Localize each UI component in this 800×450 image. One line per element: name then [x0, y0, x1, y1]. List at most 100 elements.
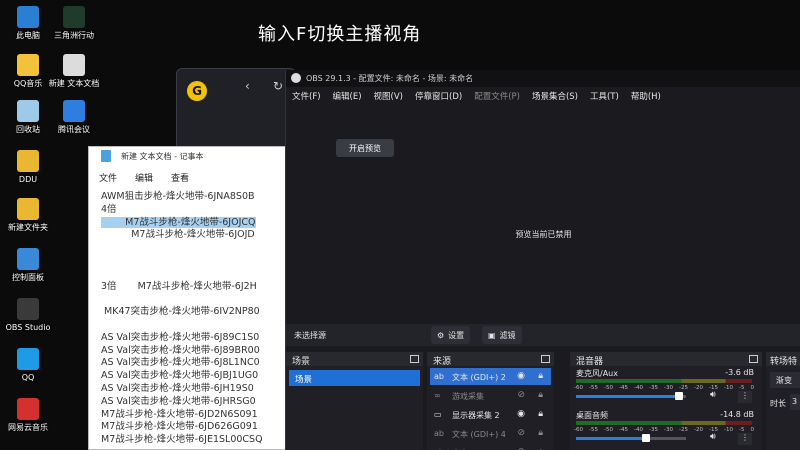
menu-file[interactable]: 文件: [99, 171, 117, 187]
transition-type-select[interactable]: 渐变: [770, 372, 800, 388]
duration-input[interactable]: 3: [790, 394, 800, 410]
notepad-text-line: [101, 268, 287, 281]
refresh-icon[interactable]: ↻: [273, 79, 283, 93]
lock-icon[interactable]: 🔒︎: [538, 390, 543, 400]
preview-area[interactable]: 预览当前已禁用 开启预览: [286, 104, 800, 394]
sources-dock-header: 来源: [427, 352, 554, 367]
obs-menu-item[interactable]: 工具(T): [590, 90, 619, 104]
scene-list-item[interactable]: 场景: [289, 370, 420, 386]
notepad-text-line: AS Val突击步枪-烽火地带-6JBJ1UG0: [101, 370, 287, 383]
desktop-shortcut-label: 腾讯会议: [58, 125, 90, 134]
obs-menu-item[interactable]: 停靠窗口(D): [415, 90, 462, 104]
desktop-shortcut[interactable]: 三角洲行动: [46, 6, 102, 41]
text-line-content: AS Val突击步枪-烽火地带-6JHRSG0: [101, 395, 256, 407]
desktop-shortcut[interactable]: DDU: [0, 150, 56, 185]
desktop-shortcut[interactable]: QQ: [0, 348, 56, 383]
notepad-text-area[interactable]: AWM狙击步枪-烽火地带-6JNA8S0B 4倍 M7战斗步枪-烽火地带-6JOJ…: [89, 187, 287, 445]
source-item[interactable]: ▭ 显示器采集 2 ◉ 🔒︎: [430, 406, 551, 423]
notepad-text-line: M7战斗步枪-烽火地带-6JOJCQ: [101, 216, 287, 230]
source-item[interactable]: ab 文本 (GDI+) 4 ⊘ 🔒︎: [430, 425, 551, 442]
background-app-window[interactable]: G ‹ ↻: [176, 68, 296, 158]
desktop-shortcut[interactable]: 控制面板: [0, 248, 56, 283]
stream-overlay-caption: 输入F切换主播视角: [258, 24, 422, 45]
undock-icon[interactable]: [541, 355, 550, 363]
source-item[interactable]: ∞ 游戏采集 ⊘ 🔒︎: [430, 387, 551, 404]
lock-icon[interactable]: 🔒︎: [538, 428, 543, 438]
more-options-icon[interactable]: ⋮: [738, 433, 752, 445]
volume-meter: [576, 379, 752, 383]
obs-menu-item[interactable]: 文件(F): [292, 90, 321, 104]
obs-menu-item[interactable]: 帮助(H): [631, 90, 661, 104]
scenes-title: 场景: [292, 357, 311, 367]
notepad-menubar: 文件 编辑 查看: [89, 165, 287, 187]
speaker-icon[interactable]: 🔊︎: [710, 432, 716, 442]
notepad-window[interactable]: 新建 文本文档 - 记事本 文件 编辑 查看 AWM狙击步枪-烽火地带-6JNA…: [88, 146, 288, 450]
notepad-text-line: MK47突击步枪-烽火地带-6IV2NP80: [101, 306, 287, 319]
source-item[interactable]: ab 文本 (GDI+) 2 ◉ 🔒︎: [430, 368, 551, 385]
visibility-icon[interactable]: ⊘: [517, 390, 525, 400]
qq-icon: [17, 348, 39, 370]
text-line-content: AS Val突击步枪-烽火地带-6JH19S0: [101, 382, 254, 394]
volume-meter: [576, 421, 752, 425]
tencent-meeting-icon: [63, 100, 85, 122]
meter-tick-label: -10: [724, 385, 733, 391]
desktop-shortcut[interactable]: OBS Studio: [0, 298, 56, 333]
back-icon[interactable]: ‹: [245, 79, 250, 93]
mixer-channel: 桌面音频 -14.8 dB -60 -55 -50 -45 -40 -35 -30 -25 -20 -…: [570, 408, 762, 450]
undock-icon[interactable]: [749, 355, 758, 363]
obs-menu-item[interactable]: 视图(V): [374, 90, 403, 104]
mixer-dock: 混音器 麦克风/Aux -3.6 dB -60 -55 -50 -45 -40 -35 -30-…: [570, 352, 762, 450]
scenes-dock: 场景 场景: [286, 352, 423, 450]
desktop-shortcut-label: 新建文件夹: [8, 223, 48, 232]
source-name: 游戏采集: [452, 392, 484, 401]
lock-icon[interactable]: 🔒︎: [538, 409, 543, 419]
meter-tick-label: -30: [664, 427, 673, 433]
sources-list: ab 文本 (GDI+) 2 ◉ 🔒︎ ∞ 游戏采集 ⊘ 🔒︎ ▭ 显示器采集 2 ◉ 🔒︎ ab 文本 …: [427, 368, 554, 450]
notepad-text-line: [101, 242, 287, 255]
scenes-dock-header: 场景: [286, 352, 423, 367]
obs-menu-item[interactable]: 场景集合(S): [532, 90, 578, 104]
visibility-icon[interactable]: ◉: [517, 371, 525, 381]
meter-tick-label: -55: [589, 385, 598, 391]
obs-window[interactable]: OBS 29.1.3 - 配置文件: 未命名 - 场景: 未命名 文件(F) 编辑…: [285, 70, 800, 450]
speaker-icon[interactable]: 🔊︎: [710, 390, 716, 400]
notepad-text-line: [101, 319, 287, 332]
app-logo-icon: G: [187, 81, 207, 101]
notepad-titlebar[interactable]: 新建 文本文档 - 记事本: [89, 147, 287, 165]
visibility-icon[interactable]: ⊘: [517, 428, 525, 438]
volume-slider[interactable]: [576, 392, 686, 400]
text-line-content: AWM狙击步枪-烽火地带-6JNA8S0B: [101, 191, 255, 202]
filters-button[interactable]: ▣ 滤镜: [482, 326, 522, 344]
source-type-icon: ▭: [434, 410, 442, 419]
settings-button[interactable]: ⚙ 设置: [431, 326, 471, 344]
mixer-channel-list: 麦克风/Aux -3.6 dB -60 -55 -50 -45 -40 -35 -30 -25 -2…: [570, 366, 762, 450]
folder-icon: [17, 150, 39, 172]
enable-preview-button[interactable]: 开启预览: [336, 139, 394, 157]
transitions-dock: 转场特 渐变 时长 3: [766, 352, 800, 450]
desktop-shortcut[interactable]: 新建文件夹: [0, 198, 56, 233]
menu-edit[interactable]: 编辑: [135, 171, 153, 187]
source-item[interactable]: ab文本 (GDI+) 3⊘🔒︎: [430, 444, 551, 450]
visibility-icon[interactable]: ◉: [517, 409, 525, 419]
qq-music-icon: [17, 54, 39, 76]
text-line-content: 3倍 M7战斗步枪-烽火地带-6J2H: [101, 280, 257, 292]
notepad-text-line: [101, 293, 287, 306]
lock-icon[interactable]: 🔒︎: [538, 371, 543, 381]
meter-tick-label: -45: [619, 385, 628, 391]
desktop-shortcut[interactable]: 新建 文本文档: [46, 54, 102, 89]
undock-icon[interactable]: [410, 355, 419, 363]
obs-title: OBS 29.1.3 - 配置文件: 未命名 - 场景: 未命名: [306, 74, 474, 83]
volume-slider[interactable]: [576, 434, 686, 442]
obs-menu-item[interactable]: 配置文件(P): [474, 90, 520, 104]
obs-menu-item[interactable]: 编辑(E): [333, 90, 362, 104]
notepad-text-line: AS Val突击步枪-烽火地带-6JH19S0: [101, 383, 287, 396]
desktop-shortcut[interactable]: 网易云音乐: [0, 398, 56, 433]
more-options-icon[interactable]: ⋮: [738, 391, 752, 403]
meter-ticks: -60 -55 -50 -45 -40 -35 -30 -25 -20 -15 -10 -5 0: [574, 427, 754, 433]
channel-name: 麦克风/Aux: [576, 369, 618, 378]
menu-view[interactable]: 查看: [171, 171, 189, 187]
obs-titlebar[interactable]: OBS 29.1.3 - 配置文件: 未命名 - 场景: 未命名: [286, 70, 800, 87]
netease-music-icon: [17, 398, 39, 420]
source-name: 显示器采集 2: [452, 411, 500, 420]
desktop-shortcut[interactable]: 腾讯会议: [46, 100, 102, 135]
